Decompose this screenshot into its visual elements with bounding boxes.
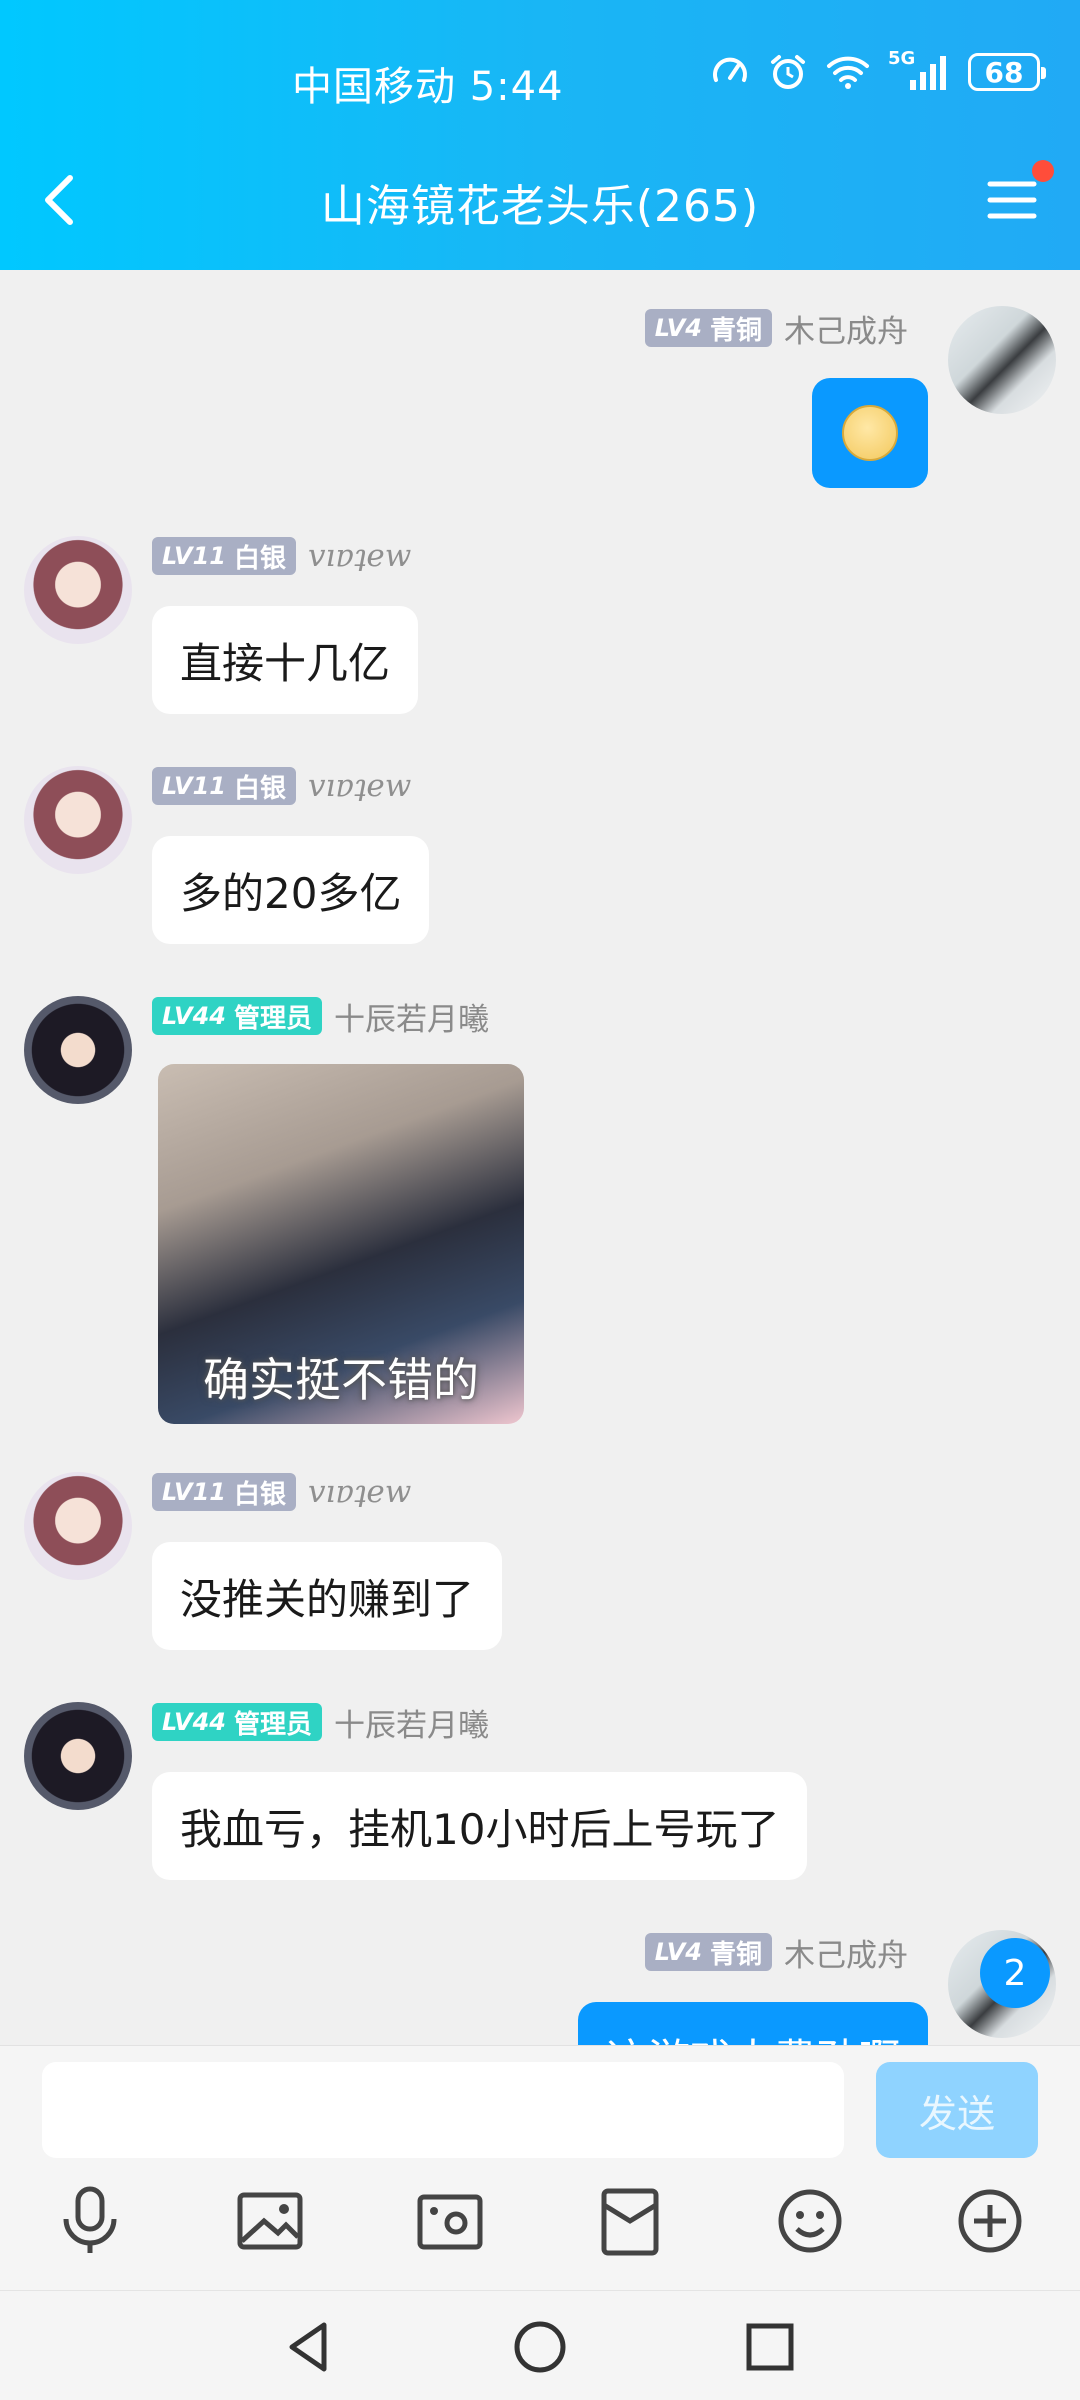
level-badge: LV11 白银: [152, 767, 296, 805]
avatar[interactable]: [24, 1472, 132, 1580]
admin-badge: LV44 管理员: [152, 1703, 322, 1741]
sender-name[interactable]: vıɐʇew: [308, 538, 411, 574]
chat-area[interactable]: LV4 青铜 木己成舟 LV11 白银 vıɐʇew 直接十几亿 LV11 白银: [0, 270, 1080, 2045]
nav-home-icon[interactable]: [510, 2317, 570, 2377]
emoji-icon[interactable]: [770, 2181, 850, 2261]
signal-icon: [910, 56, 946, 90]
image-icon[interactable]: [230, 2181, 310, 2261]
rank-label: 白银: [233, 543, 286, 574]
message-meta: LV11 白银 vıɐʇew: [152, 536, 411, 576]
rank-label: 青铜: [709, 315, 762, 346]
wifi-icon: [827, 56, 869, 89]
message-meta: LV44 管理员 十辰若月曦: [152, 1700, 489, 1745]
clock: 5:44: [469, 64, 564, 110]
microphone-icon[interactable]: [50, 2181, 130, 2261]
avatar[interactable]: [24, 766, 132, 874]
speed-icon: [713, 57, 747, 82]
sender-name[interactable]: 木己成舟: [784, 1930, 908, 1975]
status-icons: 5G 68: [710, 48, 1046, 92]
sticker-image[interactable]: 确实挺不错的: [158, 1064, 524, 1424]
rank-label: 青铜: [709, 1939, 762, 1970]
sender-name[interactable]: vıɐʇew: [308, 1474, 411, 1510]
sticker-caption: 确实挺不错的: [203, 1353, 479, 1407]
level-label: LV44: [162, 1002, 226, 1030]
send-button[interactable]: 发送: [876, 2062, 1038, 2158]
level-label: LV11: [162, 772, 226, 800]
avatar[interactable]: [24, 996, 132, 1104]
rank-label: 管理员: [233, 1003, 312, 1034]
battery-level: 68: [984, 55, 1024, 89]
top-bar: 中国移动 5:44 5G 68 山海镜花老头乐(265): [0, 0, 1080, 270]
nav-back-icon[interactable]: [280, 2317, 340, 2377]
sender-name[interactable]: 十辰若月曦: [334, 994, 489, 1039]
carrier-label: 中国移动: [292, 64, 456, 110]
camera-icon[interactable]: [410, 2181, 490, 2261]
admin-badge: LV44 管理员: [152, 997, 322, 1035]
cellular-signal: 5G: [888, 48, 950, 92]
plus-icon[interactable]: [950, 2181, 1030, 2261]
message-meta: LV11 白银 vıɐʇew: [152, 766, 411, 806]
sender-name[interactable]: vıɐʇew: [308, 768, 411, 804]
avatar[interactable]: [24, 536, 132, 644]
level-label: LV44: [162, 1708, 226, 1736]
sender-name[interactable]: 十辰若月曦: [334, 1700, 489, 1745]
status-carrier-time: 中国移动 5:44: [292, 54, 564, 112]
level-label: LV4: [654, 314, 702, 342]
message-bubble[interactable]: 多的20多亿: [152, 836, 430, 944]
red-packet-icon[interactable]: [590, 2181, 670, 2261]
emoji-face-icon: [842, 405, 898, 461]
message-meta: LV44 管理员 十辰若月曦: [152, 994, 489, 1039]
level-label: LV11: [162, 542, 226, 570]
level-badge: LV11 白银: [152, 537, 296, 575]
alarm-icon: [771, 55, 805, 89]
status-bar: 中国移动 5:44 5G 68: [0, 48, 1080, 110]
message-bubble[interactable]: 直接十几亿: [152, 606, 419, 714]
message-bubble[interactable]: [812, 378, 928, 488]
level-badge: LV11 白银: [152, 1473, 296, 1511]
chat-title: 山海镜花老头乐(265): [320, 181, 760, 232]
message-meta: LV4 青铜 木己成舟: [644, 1930, 908, 1975]
avatar[interactable]: [24, 1702, 132, 1810]
notification-dot: [1032, 160, 1054, 182]
message-meta: LV11 白银 vıɐʇew: [152, 1472, 411, 1512]
message-input[interactable]: [42, 2062, 844, 2158]
avatar[interactable]: [948, 306, 1056, 414]
composer-toolbar: [0, 2181, 1080, 2271]
nav-recents-icon[interactable]: [740, 2317, 800, 2377]
nav-row: 山海镜花老头乐(265): [0, 160, 1080, 240]
menu-icon[interactable]: [984, 172, 1040, 228]
level-label: LV11: [162, 1478, 226, 1506]
battery-icon: 68: [968, 53, 1046, 91]
message-bubble[interactable]: 我血亏，挂机10小时后上号玩了: [152, 1772, 808, 1880]
level-label: LV4: [654, 1938, 702, 1966]
sender-name[interactable]: 木己成舟: [784, 306, 908, 351]
system-nav-bar: [0, 2290, 1080, 2400]
message-meta: LV4 青铜 木己成舟: [644, 306, 908, 351]
level-badge: LV4 青铜: [644, 1933, 772, 1971]
composer: 发送: [0, 2045, 1080, 2290]
rank-label: 管理员: [233, 1709, 312, 1740]
message-bubble[interactable]: 这游戏太费劲啊: [577, 2002, 928, 2045]
unread-count-badge[interactable]: 2: [980, 1938, 1050, 2008]
rank-label: 白银: [233, 773, 286, 804]
message-bubble[interactable]: 没推关的赚到了: [152, 1542, 503, 1650]
level-badge: LV4 青铜: [644, 309, 772, 347]
rank-label: 白银: [233, 1479, 286, 1510]
